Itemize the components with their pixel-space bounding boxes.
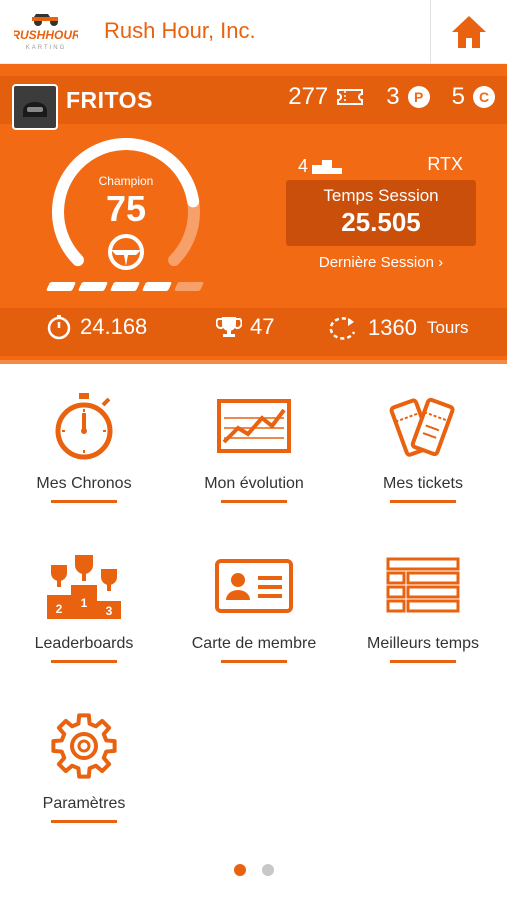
svg-text:RUSHHOUR: RUSHHOUR <box>14 28 78 42</box>
menu-item-underline <box>51 660 117 663</box>
member-card-icon <box>214 550 294 622</box>
credits-count: 5 <box>451 83 465 110</box>
app-header: RUSHHOUR KARTING Rush Hour, Inc. <box>0 0 507 64</box>
stopwatch-icon <box>44 390 124 462</box>
page-dot[interactable] <box>261 864 274 876</box>
points-counter: 3 P <box>386 83 430 111</box>
menu-item-label: Paramètres <box>42 795 126 812</box>
best-time-value: 24.168 <box>80 314 148 339</box>
chevron-right-icon: › <box>438 254 444 271</box>
rank-value: 4 <box>298 156 309 176</box>
stats-row: 24.168 47 1360 Tours <box>0 314 507 350</box>
menu-item-meilleurs-temps[interactable]: Meilleurs temps <box>339 540 507 680</box>
progress-segment <box>77 282 109 291</box>
points-count: 3 <box>386 83 400 110</box>
laps-unit: Tours <box>426 318 469 337</box>
page-indicator <box>0 864 507 876</box>
steering-wheel-icon <box>108 234 144 270</box>
session-time-value: 25.505 <box>341 207 421 237</box>
menu-item-label: Carte de membre <box>191 635 317 652</box>
svg-text:2: 2 <box>56 602 63 616</box>
username: FRITOS <box>66 87 153 113</box>
menu-item-mes-chronos[interactable]: Mes Chronos <box>0 380 168 520</box>
best-time-stat: 24.168 <box>46 314 147 340</box>
panel-underline <box>0 360 507 364</box>
menu-item-underline <box>221 500 287 503</box>
home-button[interactable] <box>431 0 507 64</box>
menu-item-underline <box>51 500 117 503</box>
stopwatch-small-icon <box>47 315 71 340</box>
svg-text:1: 1 <box>81 596 88 610</box>
svg-text:KARTING: KARTING <box>26 45 67 51</box>
menu-item-mon-evolution[interactable]: Mon évolution <box>170 380 338 520</box>
trophy-icon <box>216 317 242 337</box>
level-label: Champion <box>98 174 154 188</box>
home-icon <box>452 16 486 48</box>
progress-segment <box>141 282 173 291</box>
last-session-link[interactable]: Dernière Session › <box>286 254 476 271</box>
menu-item-underline <box>390 500 456 503</box>
page-dot[interactable] <box>233 864 246 876</box>
menu-item-label: Leaderboards <box>34 635 134 652</box>
menu-item-carte-de-membre[interactable]: Carte de membre <box>170 540 338 680</box>
menu-item-label: Mes tickets <box>382 475 463 492</box>
laps-icon <box>329 317 356 340</box>
last-session-label: Dernière Session <box>318 254 434 271</box>
menu-item-label: Meilleurs temps <box>366 635 480 652</box>
points-coin-icon: P <box>407 86 430 108</box>
helmet-icon <box>23 102 47 117</box>
kart-class: RTX <box>427 154 463 174</box>
app-title: Rush Hour, Inc. <box>104 18 256 43</box>
credits-counter: 5 C <box>452 83 495 111</box>
progress-segment <box>109 282 141 291</box>
menu-item-underline <box>221 660 287 663</box>
progress-segment <box>45 282 77 291</box>
rush-hour-logo: RUSHHOUR KARTING <box>11 8 81 54</box>
laps-value: 1360 <box>368 315 417 340</box>
trophies-value: 47 <box>250 314 275 339</box>
tickets-icon <box>383 390 463 462</box>
session-time-label: Temps Session <box>323 186 439 205</box>
chart-icon <box>214 390 294 462</box>
rank: 4 <box>298 156 344 177</box>
currency-counters: 277 3 P 5 C <box>266 83 495 111</box>
trophies-stat: 47 <box>216 314 274 340</box>
session-time-box: Temps Session 25.505 <box>286 180 476 246</box>
menu-item-label: Mon évolution <box>204 475 304 492</box>
ticket-icon <box>337 89 364 105</box>
level-value: 75 <box>105 188 147 229</box>
podium-icon: 1 2 3 <box>44 550 124 622</box>
podium-small-icon <box>312 159 343 174</box>
menu-item-underline <box>51 820 117 823</box>
menu-item-label: Mes Chronos <box>36 475 132 492</box>
menu-item-parametres[interactable]: Paramètres <box>0 700 168 840</box>
progress-segment <box>173 282 205 291</box>
profile-panel: FRITOS 277 3 P 5 C Champion 75 4 RTX Tem… <box>0 64 507 364</box>
credits-coin-icon: C <box>473 86 495 108</box>
laps-stat: 1360 Tours <box>326 314 469 342</box>
menu-item-underline <box>390 660 456 663</box>
avatar[interactable] <box>12 84 58 130</box>
gear-icon <box>44 710 124 782</box>
svg-text:3: 3 <box>106 604 113 618</box>
level-progress-segments <box>45 282 205 291</box>
tickets-counter: 277 <box>288 83 364 111</box>
menu-item-leaderboards[interactable]: 1 2 3 Leaderboards <box>0 540 168 680</box>
menu-item-mes-tickets[interactable]: Mes tickets <box>339 380 507 520</box>
tickets-count: 277 <box>288 83 329 110</box>
list-icon <box>383 550 463 622</box>
